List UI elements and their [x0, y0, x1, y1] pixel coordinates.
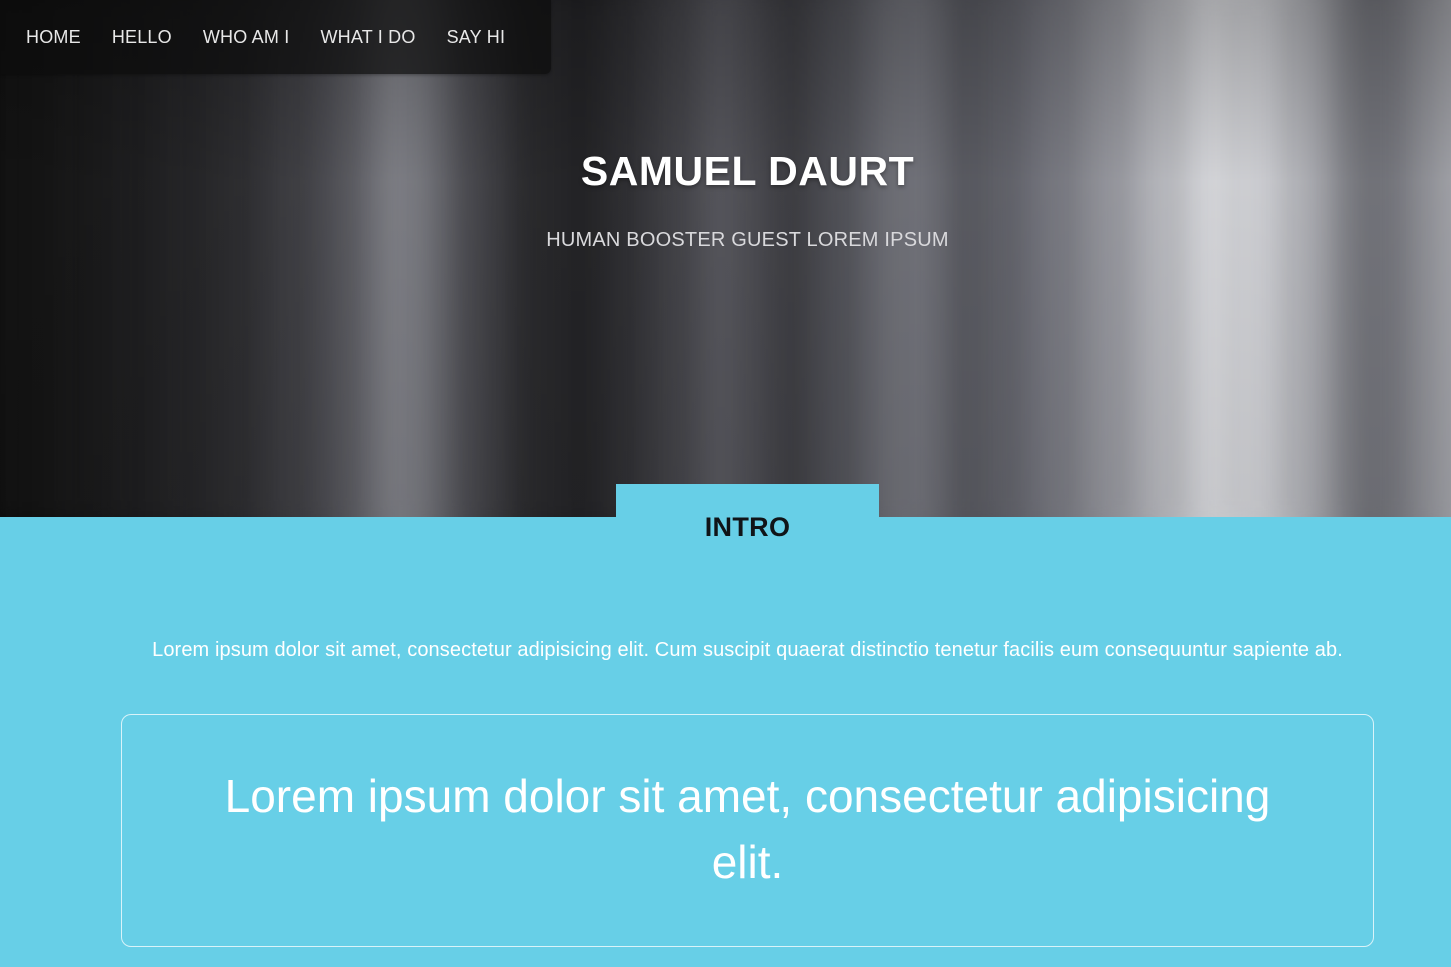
intro-section-tab: INTRO [616, 484, 879, 544]
hero-subtitle: HUMAN BOOSTER GUEST LOREM IPSUM [546, 229, 949, 251]
page-title: SAMUEL DAURT [580, 148, 915, 194]
quote-text: Lorem ipsum dolor sit amet, consectetur … [224, 769, 1271, 888]
nav-link-hello[interactable]: HELLO [112, 27, 172, 48]
nav-link-what-i-do[interactable]: WHAT I DO [320, 27, 415, 48]
nav-link-who-am-i[interactable]: WHO AM I [203, 27, 290, 48]
intro-section: Lorem ipsum dolor sit amet, consectetur … [0, 517, 1451, 967]
intro-paragraph: Lorem ipsum dolor sit amet, consectetur … [152, 639, 1343, 661]
quote-box: Lorem ipsum dolor sit amet, consectetur … [121, 714, 1374, 947]
hero-section: HOME HELLO WHO AM I WHAT I DO SAY HI SAM… [0, 0, 1451, 517]
main-navigation: HOME HELLO WHO AM I WHAT I DO SAY HI [0, 0, 551, 74]
intro-tab-label: INTRO [704, 512, 791, 542]
nav-link-say-hi[interactable]: SAY HI [447, 27, 506, 48]
nav-link-home[interactable]: HOME [26, 27, 81, 48]
